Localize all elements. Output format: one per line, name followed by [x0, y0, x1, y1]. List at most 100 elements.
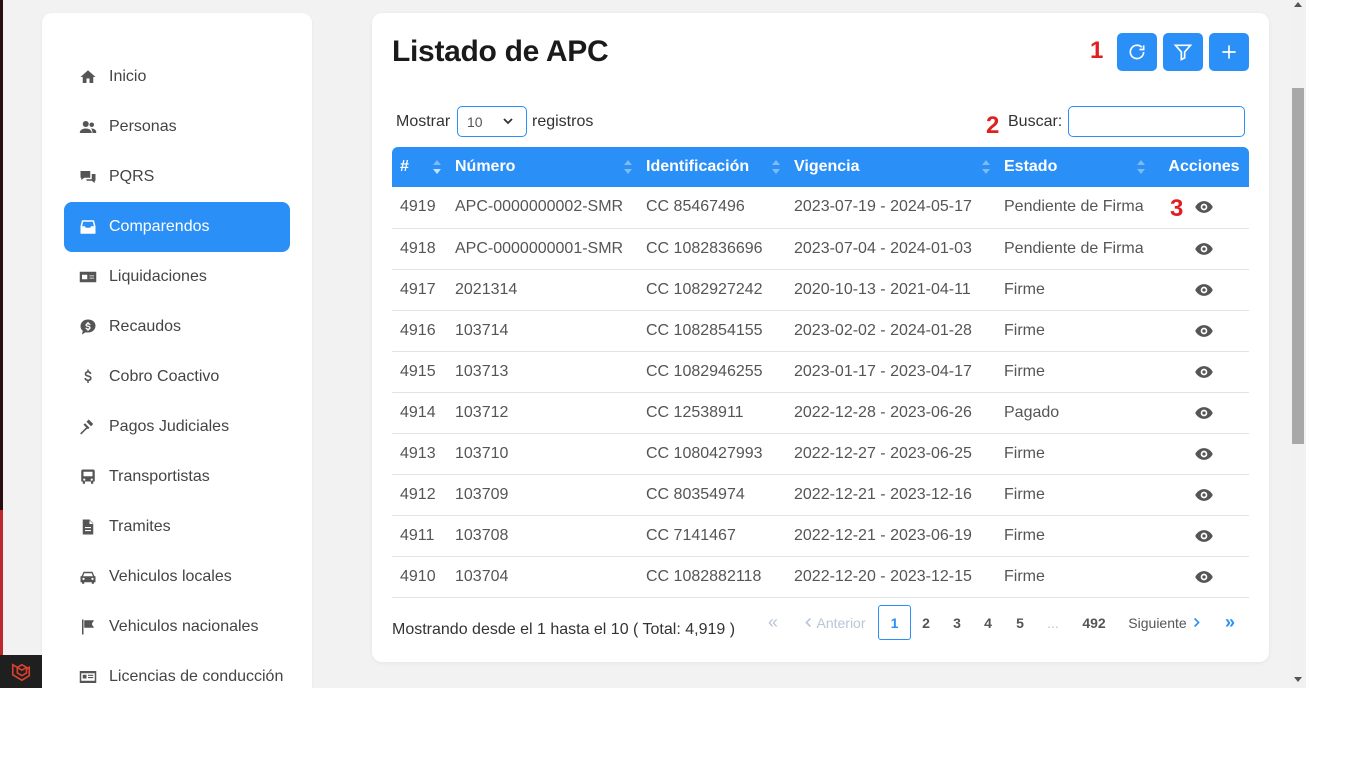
- sidebar-item-label: Vehiculos nacionales: [109, 618, 259, 635]
- search-input[interactable]: [1068, 106, 1245, 137]
- sidebar: Inicio Personas PQRS Comparendos Liquida…: [42, 13, 312, 688]
- scrollbar-thumb[interactable]: [1292, 88, 1304, 444]
- table-row: 4916 103714 CC 1082854155 2023-02-02 - 2024…: [392, 310, 1249, 351]
- column-header-numero[interactable]: Número: [447, 147, 638, 187]
- id-card-icon: [77, 667, 99, 687]
- view-action[interactable]: [1151, 392, 1249, 433]
- sidebar-item-label: Licencias de conducción: [109, 668, 284, 685]
- refresh-icon: [1129, 44, 1145, 60]
- plus-icon: [1222, 45, 1236, 59]
- cell-vigencia: 2023-07-04 - 2024-01-03: [794, 239, 972, 257]
- prev-page-button[interactable]: Anterior: [800, 605, 870, 640]
- view-action[interactable]: [1151, 556, 1249, 597]
- column-header-estado[interactable]: Estado: [996, 147, 1151, 187]
- cell-id: 4912: [400, 485, 436, 503]
- sidebar-item-liquidaciones[interactable]: Liquidaciones: [64, 252, 290, 302]
- add-button[interactable]: [1209, 33, 1249, 71]
- length-select[interactable]: 10: [457, 106, 527, 137]
- gavel-icon: [77, 417, 99, 437]
- view-action[interactable]: [1151, 269, 1249, 310]
- last-number-page-button[interactable]: 492: [1077, 605, 1111, 640]
- column-header-id[interactable]: #: [392, 147, 447, 187]
- cell-identificacion: CC 80354974: [646, 485, 745, 503]
- column-header-vigencia[interactable]: Vigencia: [786, 147, 996, 187]
- sidebar-item-transportistas[interactable]: Transportistas: [64, 452, 290, 502]
- column-header-acciones: Acciones: [1168, 158, 1240, 175]
- sidebar-item-vehiculos-locales[interactable]: Vehiculos locales: [64, 552, 290, 602]
- cell-id: 4914: [400, 403, 436, 421]
- column-header-identificacion[interactable]: Identificación: [638, 147, 786, 187]
- sidebar-item-pagos-judiciales[interactable]: Pagos Judiciales: [64, 402, 290, 452]
- eye-icon[interactable]: [1194, 403, 1214, 423]
- eye-icon[interactable]: [1194, 321, 1214, 341]
- eye-icon[interactable]: [1194, 197, 1214, 217]
- cell-estado: Firme: [1004, 567, 1045, 585]
- page-2-button[interactable]: 2: [916, 605, 936, 640]
- view-action[interactable]: [1151, 351, 1249, 392]
- cell-identificacion: CC 85467496: [646, 198, 745, 216]
- sidebar-item-label: Comparendos: [109, 218, 210, 235]
- view-action[interactable]: [1151, 515, 1249, 556]
- cell-numero: 2021314: [455, 280, 518, 298]
- sidebar-item-label: Recaudos: [109, 318, 182, 335]
- sidebar-item-label: Vehiculos locales: [109, 568, 232, 585]
- table-body: 4919 APC-0000000002-SMR CC 85467496 2023-07…: [392, 187, 1249, 597]
- view-action[interactable]: [1151, 228, 1249, 269]
- sidebar-item-cobro-coactivo[interactable]: Cobro Coactivo: [64, 352, 290, 402]
- scroll-down-icon[interactable]: [1294, 677, 1302, 682]
- filter-button[interactable]: [1163, 33, 1203, 71]
- view-action[interactable]: [1151, 310, 1249, 351]
- next-page-button[interactable]: Siguiente: [1127, 605, 1202, 640]
- file-icon: [77, 517, 99, 537]
- cell-numero: APC-0000000002-SMR: [455, 198, 624, 216]
- cell-id: 4911: [400, 526, 435, 544]
- sidebar-item-inicio[interactable]: Inicio: [64, 52, 290, 102]
- eye-icon[interactable]: [1194, 444, 1214, 464]
- page-1-button[interactable]: 1: [878, 605, 911, 640]
- eye-icon[interactable]: [1194, 280, 1214, 300]
- app-viewport: Inicio Personas PQRS Comparendos Liquida…: [0, 0, 1306, 688]
- sidebar-item-personas[interactable]: Personas: [64, 102, 290, 152]
- first-page-button[interactable]: «: [763, 605, 783, 640]
- inbox-icon: [77, 217, 99, 237]
- pagination-ellipsis: ...: [1047, 614, 1059, 631]
- view-action[interactable]: [1151, 187, 1249, 228]
- eye-icon[interactable]: [1194, 485, 1214, 505]
- view-action[interactable]: [1151, 474, 1249, 515]
- sidebar-item-tramites[interactable]: Tramites: [64, 502, 290, 552]
- eye-icon[interactable]: [1194, 362, 1214, 382]
- dollar-icon: [77, 367, 99, 387]
- cell-estado: Pendiente de Firma: [1004, 198, 1144, 216]
- chevron-right-icon: [1193, 617, 1200, 628]
- page-4-button[interactable]: 4: [978, 605, 998, 640]
- sidebar-item-comparendos[interactable]: Comparendos: [64, 202, 290, 252]
- car-icon: [77, 567, 99, 587]
- cell-estado: Firme: [1004, 280, 1045, 298]
- view-action[interactable]: [1151, 433, 1249, 474]
- eye-icon[interactable]: [1194, 526, 1214, 546]
- page-scrollbar[interactable]: [1290, 0, 1306, 688]
- cell-vigencia: 2022-12-28 - 2023-06-26: [794, 403, 972, 421]
- length-prefix: Mostrar: [396, 113, 451, 130]
- annotation-marker-1: 1: [1090, 37, 1104, 64]
- page-3-button[interactable]: 3: [947, 605, 967, 640]
- table-row: 4910 103704 CC 1082882118 2022-12-20 - 2023…: [392, 556, 1249, 597]
- cell-estado: Firme: [1004, 444, 1045, 462]
- money-bill-icon: [77, 267, 99, 287]
- cell-vigencia: 2022-12-20 - 2023-12-15: [794, 567, 972, 585]
- sidebar-item-pqrs[interactable]: PQRS: [64, 152, 290, 202]
- eye-icon[interactable]: [1194, 239, 1214, 259]
- scroll-up-icon[interactable]: [1294, 2, 1302, 7]
- sort-icon: [772, 160, 780, 174]
- last-page-button[interactable]: »: [1220, 605, 1240, 640]
- sidebar-item-recaudos[interactable]: Recaudos: [64, 302, 290, 352]
- refresh-button[interactable]: [1117, 33, 1157, 71]
- annotation-marker-3: 3: [1170, 195, 1184, 222]
- table-row: 4912 103709 CC 80354974 2022-12-21 - 2023-1…: [392, 474, 1249, 515]
- page-5-button[interactable]: 5: [1010, 605, 1030, 640]
- sidebar-item-vehiculos-nacionales[interactable]: Vehiculos nacionales: [64, 602, 290, 652]
- sidebar-item-licencias[interactable]: Licencias de conducción: [64, 652, 290, 688]
- eye-icon[interactable]: [1194, 567, 1214, 587]
- cell-numero: 103713: [455, 362, 509, 380]
- comment-dollar-icon: [77, 317, 99, 337]
